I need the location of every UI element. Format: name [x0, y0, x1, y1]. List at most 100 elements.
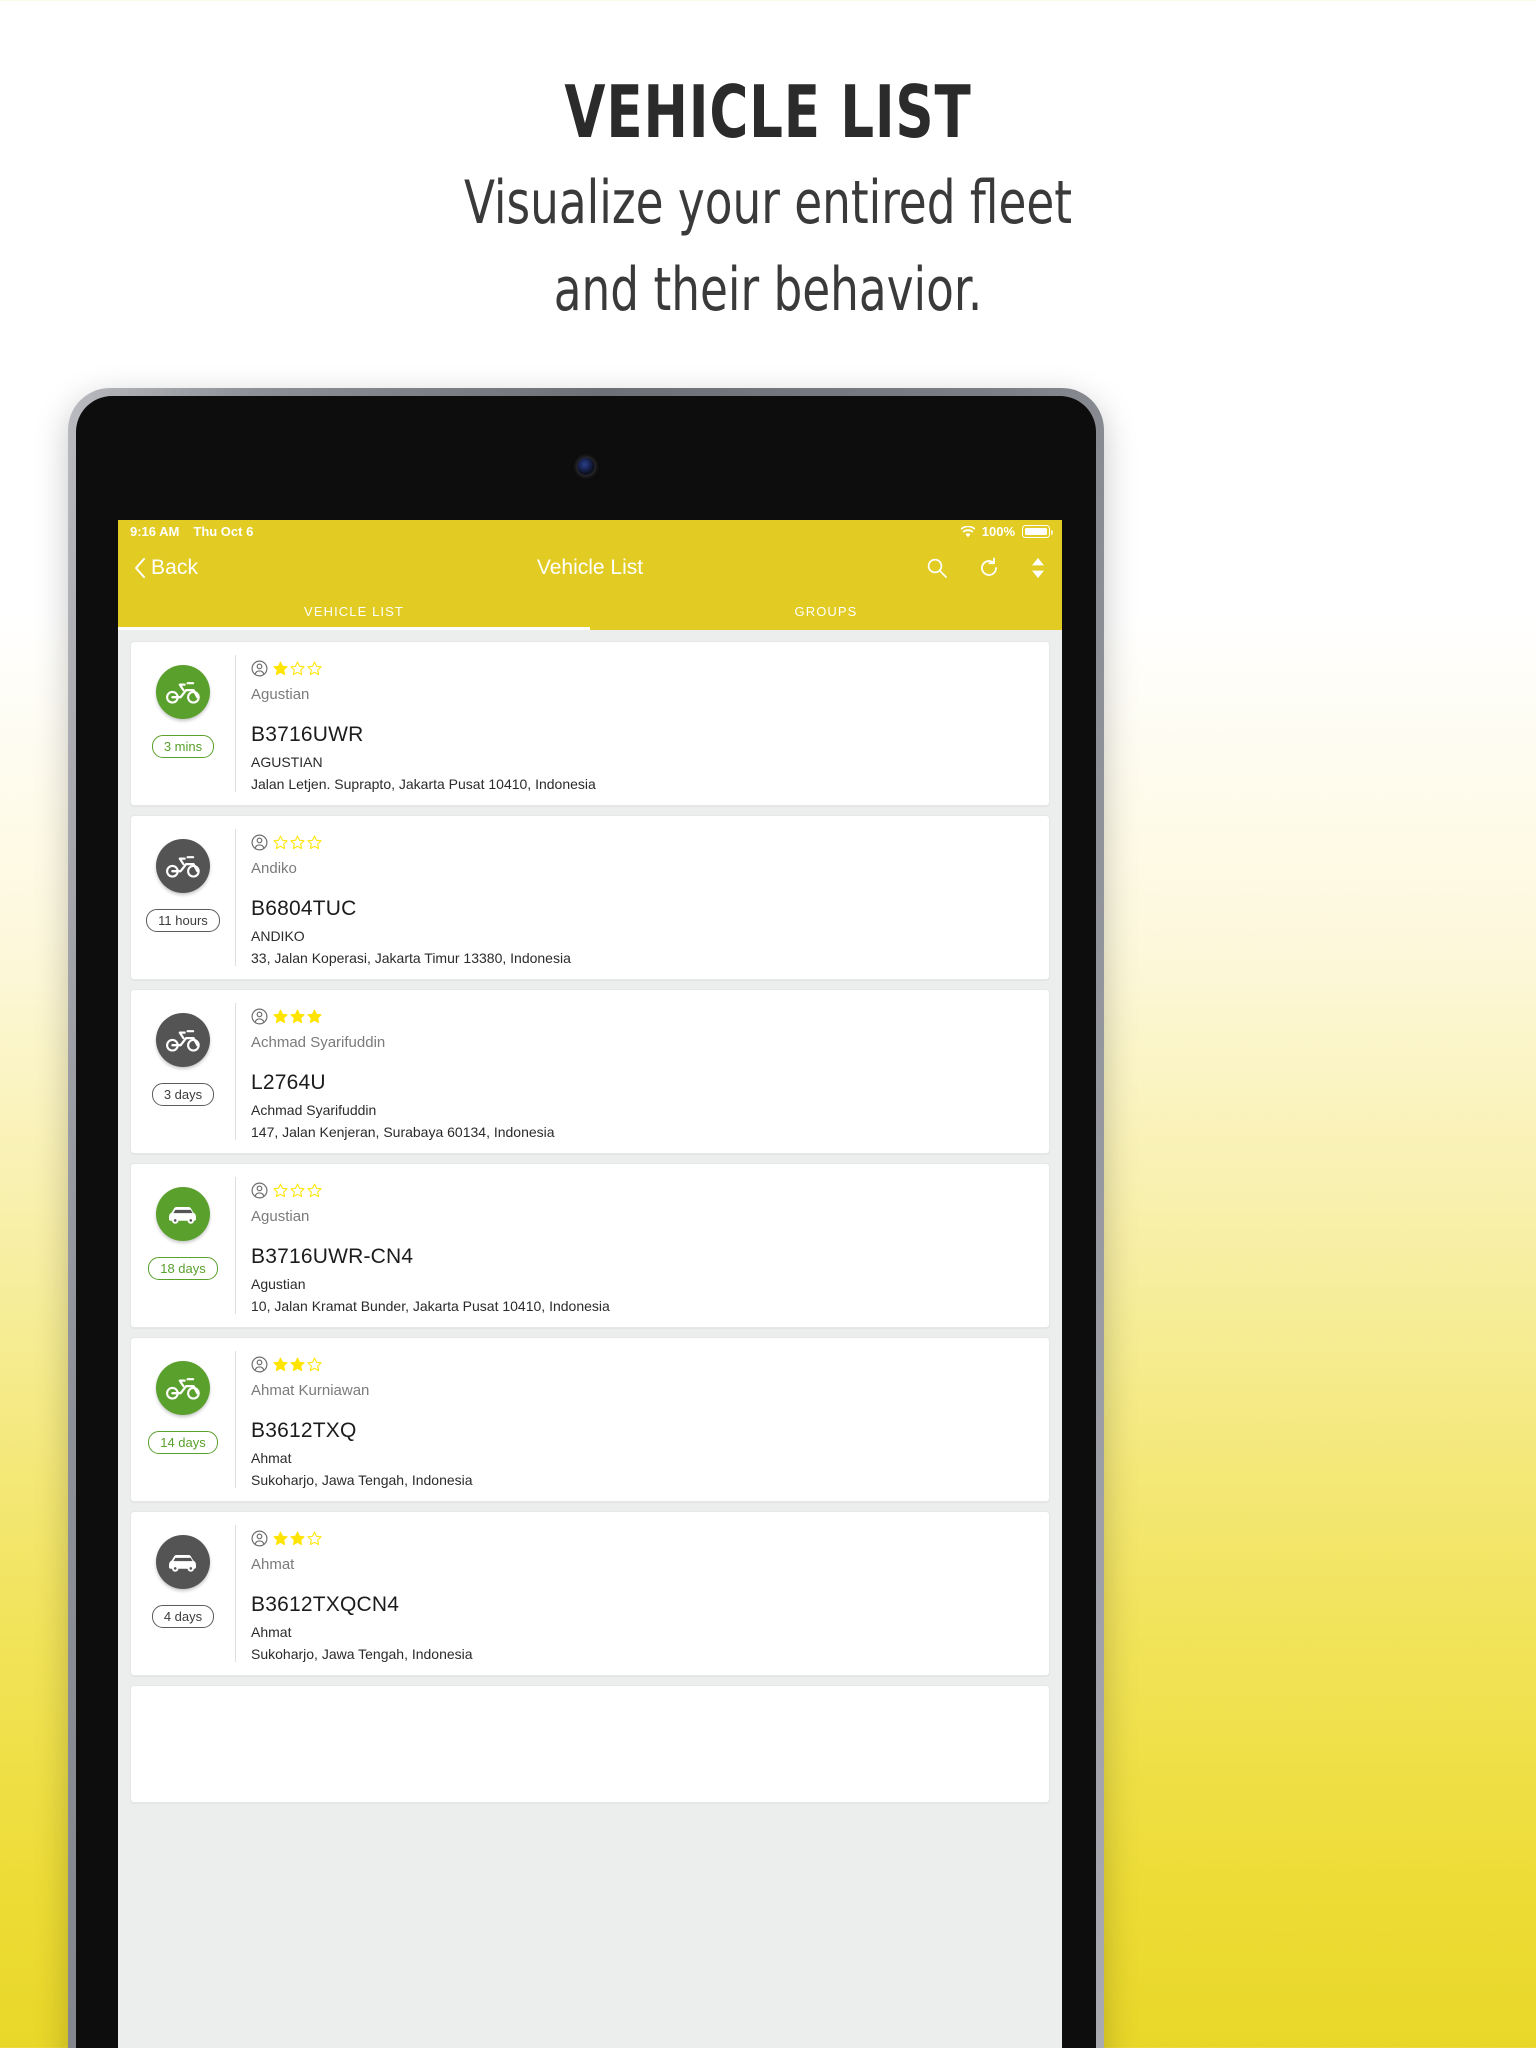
driver-name: Agustian: [251, 686, 310, 703]
vehicle-card[interactable]: 11 hours Andiko B6804TUC ANDIKO 33, Jalan Ko…: [130, 815, 1050, 980]
star-icon: [273, 661, 288, 675]
refresh-icon[interactable]: [978, 557, 1000, 579]
nav-title: Vehicle List: [536, 555, 644, 579]
search-icon[interactable]: [926, 557, 948, 579]
star-icon: [290, 1183, 305, 1197]
vehicle-card-left: 14 days: [131, 1351, 235, 1488]
vehicle-address: Sukoharjo, Jawa Tengah, Indonesia: [251, 1472, 473, 1488]
driver-rating: [251, 1354, 1049, 1374]
tab-vehicle-list[interactable]: VEHICLE LIST: [118, 592, 590, 630]
person-icon: [251, 1007, 268, 1025]
motorcycle-icon: [166, 856, 200, 878]
person-icon: [251, 659, 268, 677]
vehicle-plate: B3612TXQ: [251, 1419, 357, 1442]
battery-full-icon: [1022, 525, 1053, 538]
last-seen-badge: 3 days: [151, 1083, 215, 1106]
vehicle-card-details: Agustian B3716UWR AGUSTIAN Jalan Letjen. Su…: [235, 655, 1049, 792]
sort-icon[interactable]: [1030, 556, 1046, 580]
star-icon: [273, 1531, 288, 1545]
star-icon: [273, 1009, 288, 1023]
car-icon: [169, 1555, 196, 1572]
last-seen-badge: 11 hours: [146, 909, 220, 932]
vehicle-card[interactable]: 3 mins Agustian B3716UWR AGUSTIAN Jalan Letj…: [130, 641, 1050, 806]
page-title: VEHICLE LIST: [564, 70, 972, 154]
star-icon: [307, 1531, 322, 1545]
vehicle-plate: B6804TUC: [251, 897, 357, 920]
motorcycle-icon: [166, 682, 200, 704]
tablet-device-frame: 9:16 AM Thu Oct 6 100% Back Vehicle List…: [68, 388, 1104, 2048]
vehicle-card-left: 18 days: [131, 1177, 235, 1314]
promo-subtitle-line1: Visualize your entired fleet: [463, 167, 1073, 238]
motorcycle-icon: [166, 1378, 200, 1400]
driver-rating: [251, 832, 1049, 852]
vehicle-card-details: Agustian B3716UWR-CN4 Agustian 10, Jalan Kr…: [235, 1177, 1049, 1314]
star-icon: [290, 1531, 305, 1545]
star-icon: [290, 835, 305, 849]
star-icon: [307, 1009, 322, 1023]
vehicle-owner: Ahmat: [251, 1450, 292, 1466]
vehicle-card[interactable]: 3 days Achmad Syarifuddin L2764U Achmad Sya…: [130, 989, 1050, 1154]
vehicle-owner: Achmad Syarifuddin: [251, 1102, 377, 1118]
back-button[interactable]: Back: [134, 556, 198, 580]
vehicle-owner: AGUSTIAN: [251, 754, 323, 770]
status-date: Thu Oct 6: [193, 524, 254, 539]
motorcycle-icon: [166, 1030, 200, 1052]
vehicle-list[interactable]: 3 mins Agustian B3716UWR AGUSTIAN Jalan Letj…: [118, 630, 1062, 2048]
driver-name: Agustian: [251, 1208, 310, 1225]
vehicle-card[interactable]: 18 days Agustian B3716UWR-CN4 Agustian 10, J…: [130, 1163, 1050, 1328]
vehicle-address: 33, Jalan Koperasi, Jakarta Timur 13380,…: [251, 950, 571, 966]
driver-name: Andiko: [251, 860, 297, 877]
vehicle-card-partial[interactable]: [130, 1685, 1050, 1803]
last-seen-badge: 4 days: [151, 1605, 215, 1628]
last-seen-badge: 14 days: [148, 1431, 218, 1454]
motorcycle-icon-badge: [156, 1013, 210, 1067]
star-icon: [307, 1357, 322, 1371]
motorcycle-icon-badge: [156, 1361, 210, 1415]
person-icon: [251, 1181, 268, 1199]
vehicle-card-details: Andiko B6804TUC ANDIKO 33, Jalan Koperasi, …: [235, 829, 1049, 966]
driver-name: Ahmat: [251, 1556, 295, 1573]
vehicle-address: 10, Jalan Kramat Bunder, Jakarta Pusat 1…: [251, 1298, 610, 1314]
vehicle-address: Jalan Letjen. Suprapto, Jakarta Pusat 10…: [251, 776, 596, 792]
vehicle-card[interactable]: 14 days Ahmat Kurniawan B3612TXQ Ahmat Sukoh…: [130, 1337, 1050, 1502]
device-bezel: 9:16 AM Thu Oct 6 100% Back Vehicle List…: [76, 396, 1096, 2048]
car-icon-badge: [156, 1187, 210, 1241]
chevron-left-icon: [135, 557, 145, 578]
last-seen-badge: 18 days: [148, 1257, 218, 1280]
vehicle-plate: B3716UWR: [251, 723, 364, 746]
vehicle-card[interactable]: 4 days Ahmat B3612TXQCN4 Ahmat Sukoharjo, Ja…: [130, 1511, 1050, 1676]
car-icon: [169, 1207, 196, 1224]
vehicle-card-left: 3 days: [131, 1003, 235, 1140]
vehicle-owner: Ahmat: [251, 1624, 292, 1640]
driver-name: Achmad Syarifuddin: [251, 1034, 386, 1051]
tab-groups[interactable]: GROUPS: [590, 592, 1062, 630]
driver-rating: [251, 1180, 1049, 1200]
tab-groups-label: GROUPS: [794, 603, 858, 619]
vehicle-plate: B3612TXQCN4: [251, 1593, 400, 1616]
vehicle-address: 147, Jalan Kenjeran, Surabaya 60134, Ind…: [251, 1124, 555, 1140]
driver-rating: [251, 658, 1049, 678]
vehicle-address: Sukoharjo, Jawa Tengah, Indonesia: [251, 1646, 473, 1662]
wifi-icon: [960, 525, 976, 537]
promo-header: VEHICLE LIST Visualize your entired flee…: [0, 0, 1536, 325]
vehicle-owner: Agustian: [251, 1276, 306, 1292]
last-seen-badge: 3 mins: [151, 735, 215, 758]
vehicle-plate: B3716UWR-CN4: [251, 1245, 414, 1268]
star-icon: [307, 661, 322, 675]
driver-rating: [251, 1006, 1049, 1026]
vehicle-plate: L2764U: [251, 1071, 326, 1094]
star-icon: [307, 1183, 322, 1197]
person-icon: [251, 1529, 268, 1547]
vehicle-card-left: 4 days: [131, 1525, 235, 1662]
vehicle-card-left: 11 hours: [131, 829, 235, 966]
status-time: 9:16 AM: [130, 524, 180, 539]
star-icon: [273, 1357, 288, 1371]
star-icon: [273, 1183, 288, 1197]
star-icon: [290, 661, 305, 675]
motorcycle-icon-badge: [156, 665, 210, 719]
star-icon: [290, 1357, 305, 1371]
status-bar: 9:16 AM Thu Oct 6 100%: [118, 520, 1062, 543]
motorcycle-icon-badge: [156, 839, 210, 893]
driver-name: Ahmat Kurniawan: [251, 1382, 370, 1399]
battery-percent-label: 100%: [981, 524, 1015, 539]
